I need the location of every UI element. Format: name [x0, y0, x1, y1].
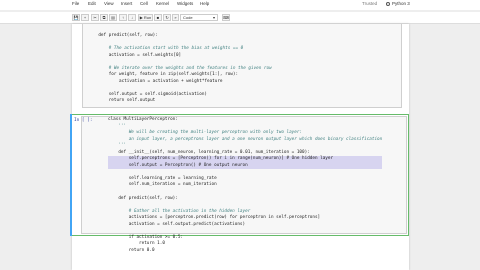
menu-widgets[interactable]: Widgets: [177, 1, 193, 6]
cell-prompt: In [ ]:: [74, 118, 93, 123]
run-icon: ▶: [139, 15, 143, 20]
menu-cell[interactable]: Cell: [140, 1, 148, 6]
run-button[interactable]: ▶ Run: [138, 14, 153, 21]
cut-icon[interactable]: ✂: [91, 14, 99, 21]
move-up-icon[interactable]: ↑: [119, 14, 127, 21]
menu-view[interactable]: View: [104, 1, 114, 6]
paste-icon[interactable]: ▤: [109, 14, 117, 21]
menu-help[interactable]: Help: [200, 1, 209, 6]
trusted-indicator[interactable]: Trusted: [362, 1, 377, 6]
toolbar: 💾 + ✂ ⧉ ▤ ↑ ↓ ▶ Run ■ ↻ » Code ▾ ⌨: [0, 12, 480, 24]
copy-icon[interactable]: ⧉: [100, 14, 108, 21]
restart-icon[interactable]: ↻: [163, 14, 171, 21]
cell-type-select[interactable]: Code ▾: [180, 14, 218, 21]
kernel-name: Python 3: [392, 1, 410, 6]
move-down-icon[interactable]: ↓: [128, 14, 136, 21]
code-line: return self.output: [88, 98, 156, 104]
cell-selection-bar: [70, 114, 72, 236]
add-cell-icon[interactable]: +: [81, 14, 89, 21]
menu-bar: File Edit View Insert Cell Kernel Widget…: [0, 0, 480, 10]
menu-file[interactable]: File: [72, 1, 79, 6]
save-icon[interactable]: 💾: [72, 14, 80, 21]
stop-icon[interactable]: ■: [154, 14, 162, 21]
menu-kernel[interactable]: Kernel: [156, 1, 169, 6]
code-cell-1-source[interactable]: def predict(self, row): # The activation…: [88, 33, 271, 105]
code-line: return 0.0: [108, 247, 155, 253]
code-cell-2-source[interactable]: class MultiLayerPerceptron: ''' We will …: [108, 117, 383, 254]
run-label: Run: [143, 15, 152, 20]
fast-forward-icon[interactable]: »: [172, 14, 179, 21]
chevron-down-icon: ▾: [212, 15, 215, 20]
menu-insert[interactable]: Insert: [121, 1, 132, 6]
cell-type-value: Code: [183, 15, 193, 20]
menu-edit[interactable]: Edit: [88, 1, 96, 6]
kernel-status-icon: [386, 2, 390, 6]
keyboard-icon[interactable]: ⌨: [222, 14, 230, 21]
code-line: an input layer, a perceptrons layer and …: [108, 136, 383, 142]
